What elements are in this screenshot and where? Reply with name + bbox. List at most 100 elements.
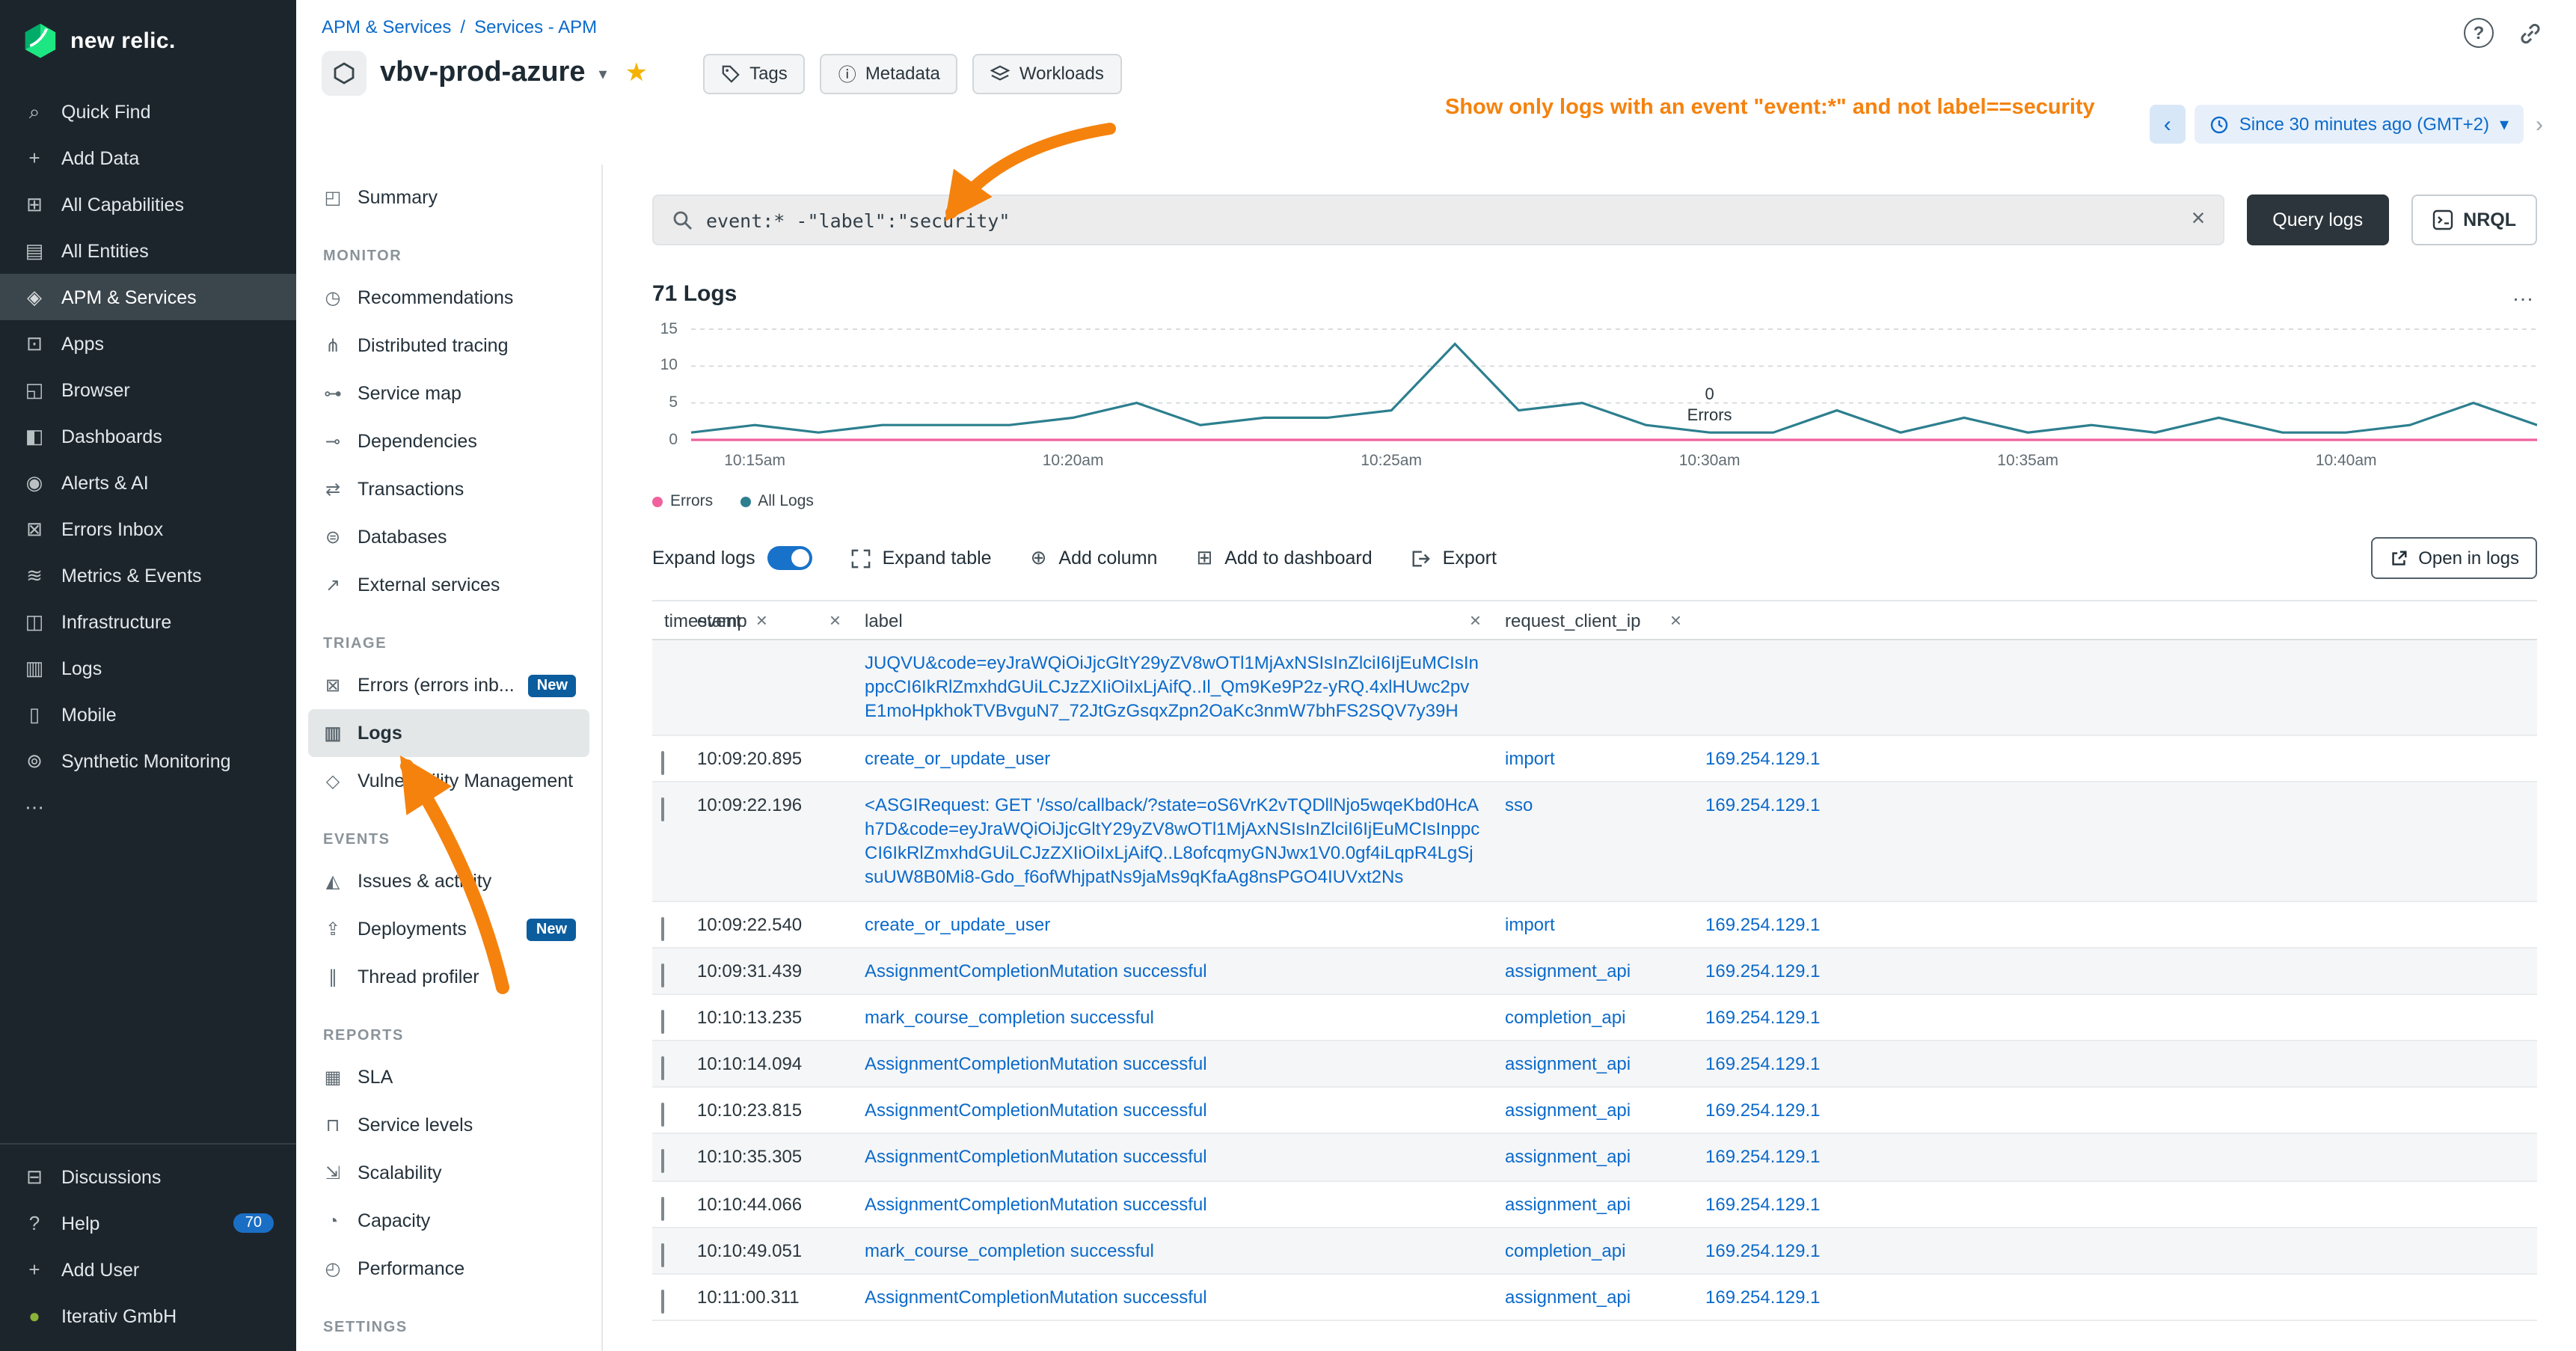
cell-label[interactable]: assignment_api <box>1493 948 1693 993</box>
sidebar-item-apm-services[interactable]: ◈ APM & Services <box>0 274 296 320</box>
cell-request-client-ip[interactable]: 169.254.129.1 <box>1693 735 2537 780</box>
favorite-star-icon[interactable]: ★ <box>625 58 648 88</box>
time-range-button[interactable]: Since 30 minutes ago (GMT+2) ▾ <box>2195 105 2524 144</box>
column-header-request_client_ip[interactable]: request_client_ip × <box>1493 601 1693 639</box>
subnav-item-recommendations[interactable]: ◷ Recommendations <box>308 274 589 322</box>
subnav-item-service-map[interactable]: ⊶ Service map <box>308 370 589 417</box>
expand-logs-toggle[interactable]: Expand logs <box>652 546 812 570</box>
cell-request-client-ip[interactable]: 169.254.129.1 <box>1693 948 2537 993</box>
cell-event[interactable]: AssignmentCompletionMutation successful <box>853 1275 1493 1320</box>
log-row[interactable]: 10:11:00.311 AssignmentCompletionMutatio… <box>652 1275 2537 1321</box>
cell-event[interactable]: AssignmentCompletionMutation successful <box>853 1088 1493 1133</box>
permalink-icon[interactable] <box>2518 20 2543 46</box>
sidebar-item-add-data[interactable]: + Add Data <box>0 135 296 181</box>
row-select-icon[interactable] <box>661 797 664 821</box>
subnav-item-service-levels[interactable]: ⊓ Service levels <box>308 1101 589 1149</box>
subnav-item-thread-profiler[interactable]: ∥ Thread profiler <box>308 953 589 1001</box>
remove-column-icon[interactable]: × <box>829 609 841 631</box>
log-row[interactable]: 10:09:22.196 <ASGIRequest: GET '/sso/cal… <box>652 782 2537 902</box>
sidebar-item-browser[interactable]: ◱ Browser <box>0 367 296 413</box>
row-select-icon[interactable] <box>661 1196 664 1220</box>
cell-label[interactable]: import <box>1493 901 1693 946</box>
log-row[interactable]: 10:10:49.051 mark_course_completion succ… <box>652 1228 2537 1275</box>
sidebar-item-all-entities[interactable]: ▤ All Entities <box>0 227 296 274</box>
row-select-icon[interactable] <box>661 1103 664 1127</box>
cell-label[interactable] <box>1493 640 1693 734</box>
log-row[interactable]: 10:10:23.815 AssignmentCompletionMutatio… <box>652 1088 2537 1135</box>
cell-request-client-ip[interactable]: 169.254.129.1 <box>1693 1041 2537 1086</box>
sidebar-item-quick-find[interactable]: ⌕ Quick Find <box>0 88 296 135</box>
entity-dropdown-caret-icon[interactable]: ▾ <box>599 64 607 83</box>
subnav-item-issues-activity[interactable]: ◭ Issues & activity <box>308 857 589 905</box>
cell-event[interactable]: <ASGIRequest: GET '/sso/callback/?state=… <box>853 782 1493 901</box>
sidebar-item-metrics-events[interactable]: ≋ Metrics & Events <box>0 552 296 598</box>
expand-table-button[interactable]: Expand table <box>851 548 992 569</box>
sidebar-footer-item-help[interactable]: ? Help 70 <box>0 1200 296 1246</box>
add-to-dashboard-button[interactable]: ⊞ Add to dashboard <box>1196 546 1372 570</box>
clear-query-icon[interactable]: × <box>2192 206 2206 233</box>
cell-request-client-ip[interactable]: 169.254.129.1 <box>1693 1275 2537 1320</box>
cell-event[interactable]: AssignmentCompletionMutation successful <box>853 1041 1493 1086</box>
subnav-item-performance[interactable]: ◴ Performance <box>308 1245 589 1293</box>
sidebar-item-all-capabilities[interactable]: ⊞ All Capabilities <box>0 181 296 227</box>
cell-event[interactable]: JUQVU&code=eyJraWQiOiJjcGltY29yZV8wOTl1M… <box>853 640 1493 734</box>
subnav-item-deployments[interactable]: ⇪ Deployments New <box>308 905 589 953</box>
cell-request-client-ip[interactable]: 169.254.129.1 <box>1693 782 2537 901</box>
cell-event[interactable]: AssignmentCompletionMutation successful <box>853 948 1493 993</box>
metadata-button[interactable]: ⓘ Metadata <box>821 53 958 94</box>
expand-logs-switch[interactable] <box>767 546 812 570</box>
remove-column-icon[interactable]: × <box>1670 609 1681 631</box>
cell-label[interactable]: assignment_api <box>1493 1275 1693 1320</box>
subnav-item-vulnerability-management[interactable]: ◇ Vulnerability Management <box>308 757 589 805</box>
column-header-event[interactable]: event × <box>685 601 853 639</box>
subnav-item-dependencies[interactable]: ⊸ Dependencies <box>308 417 589 465</box>
cell-request-client-ip[interactable]: 169.254.129.1 <box>1693 1228 2537 1273</box>
subnav-item-external-services[interactable]: ↗ External services <box>308 561 589 609</box>
cell-request-client-ip[interactable]: 169.254.129.1 <box>1693 1088 2537 1133</box>
cell-label[interactable]: completion_api <box>1493 1228 1693 1273</box>
row-select-icon[interactable] <box>661 750 664 774</box>
cell-label[interactable]: assignment_api <box>1493 1135 1693 1180</box>
sidebar-footer-item-account[interactable]: ● Iterativ GmbH <box>0 1293 296 1339</box>
cell-label[interactable]: import <box>1493 735 1693 780</box>
cell-event[interactable]: create_or_update_user <box>853 735 1493 780</box>
open-in-logs-button[interactable]: Open in logs <box>2370 537 2537 579</box>
subnav-item-errors-inbox[interactable]: ⊠ Errors (errors inb... New <box>308 661 589 709</box>
cell-label[interactable]: completion_api <box>1493 995 1693 1040</box>
row-select-icon[interactable] <box>661 963 664 987</box>
new-relic-logo[interactable]: new relic. <box>0 0 296 79</box>
sidebar-item-synthetic-monitoring[interactable]: ⊚ Synthetic Monitoring <box>0 738 296 784</box>
row-select-icon[interactable] <box>661 1150 664 1174</box>
column-header-timestamp[interactable]: timestamp × <box>652 601 685 639</box>
cell-event[interactable]: AssignmentCompletionMutation successful <box>853 1181 1493 1226</box>
breadcrumb-apm-services[interactable]: APM & Services <box>322 16 451 37</box>
log-row[interactable]: JUQVU&code=eyJraWQiOiJjcGltY29yZV8wOTl1M… <box>652 640 2537 735</box>
sidebar-item-mobile[interactable]: ▯ Mobile <box>0 691 296 738</box>
cell-label[interactable]: assignment_api <box>1493 1088 1693 1133</box>
log-row[interactable]: 10:10:13.235 mark_course_completion succ… <box>652 995 2537 1041</box>
legend-item-Errors[interactable]: Errors <box>652 492 713 510</box>
cell-event[interactable]: create_or_update_user <box>853 901 1493 946</box>
cell-event[interactable]: mark_course_completion successful <box>853 995 1493 1040</box>
column-header-label[interactable]: label × <box>853 601 1493 639</box>
add-column-button[interactable]: ⊕ Add column <box>1031 546 1158 570</box>
chart-plot-area[interactable]: 0 Errors <box>691 322 2537 447</box>
log-row[interactable]: 10:09:22.540 create_or_update_user impor… <box>652 901 2537 948</box>
sidebar-footer-item-add-user[interactable]: + Add User <box>0 1246 296 1293</box>
remove-column-icon[interactable]: × <box>1470 609 1481 631</box>
sidebar-item-dashboards[interactable]: ◧ Dashboards <box>0 413 296 459</box>
cell-label[interactable]: assignment_api <box>1493 1041 1693 1086</box>
subnav-item-capacity[interactable]: ◔ Capacity <box>308 1197 589 1245</box>
log-row[interactable]: 10:10:14.094 AssignmentCompletionMutatio… <box>652 1041 2537 1088</box>
cell-request-client-ip[interactable]: 169.254.129.1 <box>1693 995 2537 1040</box>
row-select-icon[interactable] <box>661 916 664 940</box>
help-icon[interactable]: ? <box>2464 18 2494 48</box>
sidebar-item-more[interactable]: ⋯ <box>0 784 296 830</box>
subnav-item-transactions[interactable]: ⇄ Transactions <box>308 465 589 513</box>
subnav-item-logs[interactable]: ▥ Logs <box>308 709 589 757</box>
chart-more-menu-icon[interactable]: … <box>2512 281 2537 307</box>
tags-button[interactable]: Tags <box>703 53 806 94</box>
cell-event[interactable]: AssignmentCompletionMutation successful <box>853 1135 1493 1180</box>
sidebar-item-alerts-ai[interactable]: ◉ Alerts & AI <box>0 459 296 506</box>
row-select-icon[interactable] <box>661 1056 664 1080</box>
